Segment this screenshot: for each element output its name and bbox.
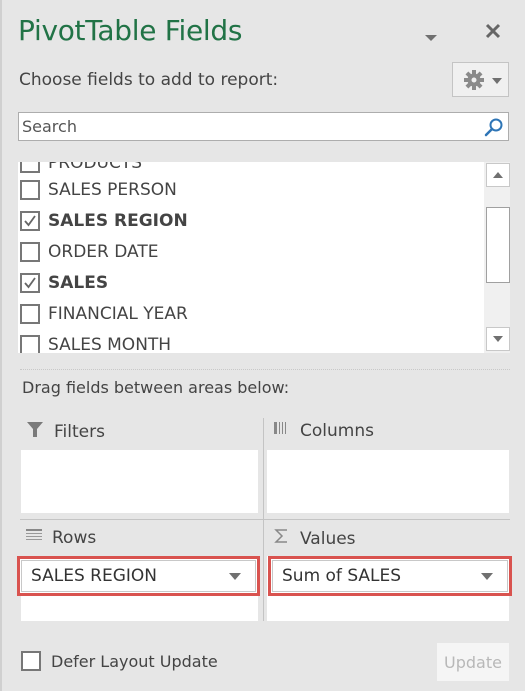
dropdown-arrow-icon [425, 35, 437, 41]
columns-icon [274, 420, 290, 441]
defer-label: Defer Layout Update [51, 651, 218, 671]
filters-label: Filters [54, 421, 105, 442]
rows-icon [26, 528, 42, 548]
field-checkbox[interactable] [20, 303, 40, 324]
columns-label: Columns [300, 420, 374, 441]
checkmark-icon [24, 276, 36, 288]
scroll-down-button[interactable] [486, 327, 510, 351]
field-label: SALES REGION [48, 210, 188, 231]
field-label: ORDER DATE [48, 241, 159, 262]
rows-area-header: Rows [26, 528, 96, 548]
filter-icon [26, 420, 44, 443]
field-item-sales[interactable]: SALES [18, 267, 480, 298]
field-label: FINANCIAL YEAR [48, 303, 188, 324]
scroll-up-icon [493, 172, 503, 178]
close-icon [485, 23, 501, 39]
field-checkbox[interactable] [20, 179, 40, 200]
columns-drop-area[interactable] [267, 450, 509, 513]
values-label: Values [300, 528, 356, 549]
scroll-down-icon [493, 336, 503, 342]
area-horizontal-divider [20, 519, 510, 520]
rows-field-sales-region[interactable]: SALES REGION [17, 556, 260, 596]
field-checkbox-checked[interactable] [20, 210, 40, 231]
panel-title: PivotTable Fields [18, 14, 243, 47]
defer-checkbox[interactable] [21, 651, 41, 671]
field-checkbox[interactable] [20, 241, 40, 262]
defer-layout-update[interactable]: Defer Layout Update [21, 651, 218, 671]
field-label: SALES PERSON [48, 179, 177, 200]
columns-area-header: Columns [274, 420, 374, 441]
field-label: PRODUCTS [48, 162, 143, 173]
field-label: SALES MONTH [48, 334, 172, 354]
field-list-scrollbar[interactable] [484, 162, 510, 353]
gear-icon [464, 70, 484, 90]
chevron-down-icon[interactable] [228, 572, 242, 581]
panel-left-border [0, 0, 2, 691]
values-area-header: Values [274, 528, 356, 549]
field-item-order-date[interactable]: ORDER DATE [18, 236, 480, 267]
drag-fields-label: Drag fields between areas below: [22, 378, 290, 397]
rows-field-label: SALES REGION [31, 566, 157, 586]
field-label: SALES [48, 272, 109, 293]
checkmark-icon [24, 214, 36, 226]
chevron-down-icon [492, 78, 502, 84]
search-input[interactable] [20, 114, 480, 139]
field-list: PRODUCTS SALES PERSON SALES REGION ORDER… [18, 162, 510, 353]
field-item-sales-person[interactable]: SALES PERSON [18, 174, 480, 205]
section-divider [20, 369, 510, 370]
close-button[interactable] [484, 22, 502, 40]
search-field[interactable] [18, 112, 509, 141]
field-item-sales-month[interactable]: SALES MONTH [18, 329, 480, 353]
chevron-down-icon[interactable] [480, 572, 494, 581]
update-button[interactable]: Update [437, 643, 509, 681]
search-icon[interactable] [484, 117, 504, 137]
field-item-financial-year[interactable]: FINANCIAL YEAR [18, 298, 480, 329]
scroll-up-button[interactable] [486, 163, 510, 187]
field-checkbox[interactable] [20, 162, 40, 173]
panel-options-dropdown[interactable] [424, 28, 438, 41]
field-item-sales-region[interactable]: SALES REGION [18, 205, 480, 236]
tools-button[interactable] [452, 62, 509, 97]
filters-drop-area[interactable] [21, 450, 258, 513]
values-field-sum-of-sales[interactable]: Sum of SALES [268, 556, 512, 596]
values-field-label: Sum of SALES [282, 566, 402, 586]
sigma-icon [274, 528, 290, 549]
field-checkbox-checked[interactable] [20, 272, 40, 293]
scroll-thumb[interactable] [486, 207, 510, 283]
choose-fields-label: Choose fields to add to report: [19, 70, 279, 90]
filters-area-header: Filters [26, 420, 105, 443]
field-checkbox[interactable] [20, 334, 40, 353]
rows-label: Rows [52, 528, 97, 548]
